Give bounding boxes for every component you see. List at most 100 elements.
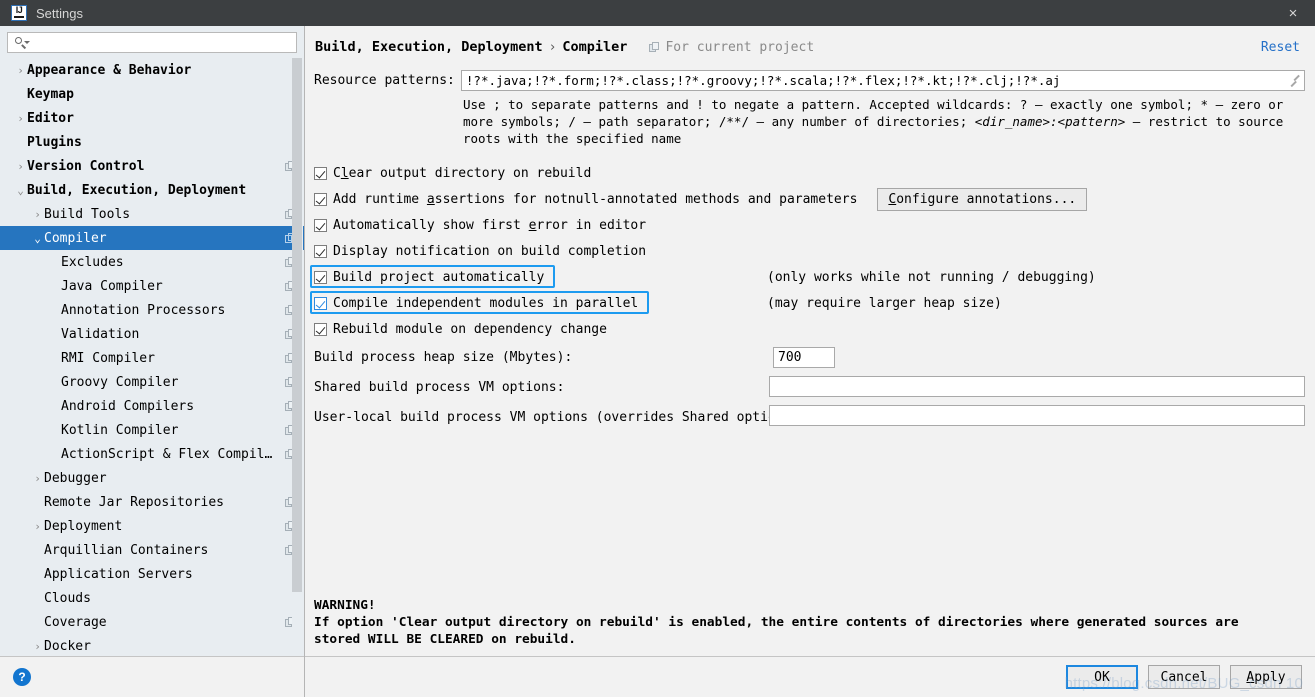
checkbox-rebuild-module-on-dependency-change[interactable] bbox=[314, 323, 327, 336]
sidebar-item-label: Keymap bbox=[27, 87, 296, 102]
dialog-body: ›Appearance & Behavior Keymap ›Editor Plugi… bbox=[0, 26, 1315, 697]
shared-vm-options-label: Shared build process VM options: bbox=[314, 380, 564, 395]
checkbox-label[interactable]: Display notification on build completion bbox=[333, 244, 646, 259]
sidebar-item-editor[interactable]: ›Editor bbox=[0, 106, 304, 130]
sidebar-item-rmi-compiler[interactable]: RMI Compiler bbox=[0, 346, 304, 370]
sidebar-item-plugins[interactable]: Plugins bbox=[0, 130, 304, 154]
chevron-right-icon[interactable]: › bbox=[31, 473, 44, 484]
close-icon[interactable]: × bbox=[1271, 0, 1315, 26]
configure-annotations-button[interactable]: Configure annotations... bbox=[877, 188, 1087, 211]
chevron-right-icon[interactable]: › bbox=[31, 209, 44, 220]
user-vm-options-label: User-local build process VM options (ove… bbox=[314, 410, 807, 425]
sidebar-item-compiler[interactable]: ⌄Compiler bbox=[0, 226, 304, 250]
cancel-button[interactable]: Cancel bbox=[1148, 665, 1220, 689]
user-vm-options-row: User-local build process VM options (ove… bbox=[314, 403, 1305, 432]
sidebar-item-clouds[interactable]: Clouds bbox=[0, 586, 304, 610]
checkbox-row: Compile independent modules in parallel(… bbox=[314, 290, 1305, 316]
checkbox-row: Automatically show first error in editor bbox=[314, 212, 1305, 238]
checkbox-compile-independent-modules-in-parallel[interactable] bbox=[314, 297, 327, 310]
sidebar-item-build-execution-deployment[interactable]: ⌄Build, Execution, Deployment bbox=[0, 178, 304, 202]
search-icon bbox=[14, 36, 30, 50]
build-process-fields: Build process heap size (Mbytes): Shared… bbox=[314, 343, 1305, 432]
checkbox-label[interactable]: Build project automatically bbox=[333, 270, 544, 285]
sidebar-item-label: Java Compiler bbox=[61, 279, 279, 294]
checkbox-label[interactable]: Rebuild module on dependency change bbox=[333, 322, 607, 337]
scope-label-text: For current project bbox=[665, 40, 814, 55]
sidebar-item-label: Annotation Processors bbox=[61, 303, 279, 318]
chevron-right-icon[interactable]: › bbox=[31, 641, 44, 652]
sidebar-item-label: ActionScript & Flex Compiler bbox=[61, 447, 279, 462]
sidebar-scrollbar-track[interactable] bbox=[292, 58, 303, 656]
checkbox-display-notification-on-build-completion[interactable] bbox=[314, 245, 327, 258]
sidebar-item-groovy-compiler[interactable]: Groovy Compiler bbox=[0, 370, 304, 394]
warning-body: If option 'Clear output directory on reb… bbox=[314, 614, 1274, 648]
user-vm-options-input[interactable] bbox=[769, 405, 1305, 426]
sidebar-scrollbar-thumb[interactable] bbox=[292, 58, 302, 592]
checkbox-row: Display notification on build completion bbox=[314, 238, 1305, 264]
help-icon[interactable]: ? bbox=[13, 668, 31, 686]
sidebar-item-debugger[interactable]: ›Debugger bbox=[0, 466, 304, 490]
shared-vm-options-row: Shared build process VM options: bbox=[314, 373, 1305, 402]
help-line-3: specified name bbox=[576, 131, 681, 146]
sidebar-item-application-servers[interactable]: Application Servers bbox=[0, 562, 304, 586]
sidebar-item-deployment[interactable]: ›Deployment bbox=[0, 514, 304, 538]
sidebar-item-java-compiler[interactable]: Java Compiler bbox=[0, 274, 304, 298]
intellij-idea-logo-icon bbox=[11, 5, 27, 21]
resource-patterns-row: Resource patterns: bbox=[314, 70, 1305, 91]
resource-patterns-field[interactable] bbox=[461, 70, 1305, 91]
sidebar-item-validation[interactable]: Validation bbox=[0, 322, 304, 346]
chevron-down-icon[interactable]: ⌄ bbox=[14, 185, 27, 196]
sidebar-item-annotation-processors[interactable]: Annotation Processors bbox=[0, 298, 304, 322]
apply-button[interactable]: Apply bbox=[1230, 665, 1302, 689]
ok-button[interactable]: OK bbox=[1066, 665, 1138, 689]
search-box[interactable] bbox=[7, 32, 297, 53]
sidebar-item-android-compilers[interactable]: Android Compilers bbox=[0, 394, 304, 418]
resource-patterns-help: Use ; to separate patterns and ! to nega… bbox=[463, 96, 1305, 147]
sidebar-item-actionscript-flex-compiler[interactable]: ActionScript & Flex Compiler bbox=[0, 442, 304, 466]
sidebar-item-label: Debugger bbox=[44, 471, 296, 486]
sidebar-item-label: Excludes bbox=[61, 255, 279, 270]
checkbox-add-runtime-assertions-for-notnull-annotated-methods-and-parameters[interactable] bbox=[314, 193, 327, 206]
sidebar-item-label: Android Compilers bbox=[61, 399, 279, 414]
search-input[interactable] bbox=[30, 34, 296, 51]
reset-link[interactable]: Reset bbox=[1261, 40, 1305, 55]
sidebar-item-arquillian-containers[interactable]: Arquillian Containers bbox=[0, 538, 304, 562]
sidebar-item-version-control[interactable]: ›Version Control bbox=[0, 154, 304, 178]
help-line-2b: <dir_name>:<pattern> bbox=[975, 114, 1126, 129]
sidebar-item-appearance-behavior[interactable]: ›Appearance & Behavior bbox=[0, 58, 304, 82]
warning-message: WARNING! If option 'Clear output directo… bbox=[314, 597, 1274, 648]
sidebar-item-excludes[interactable]: Excludes bbox=[0, 250, 304, 274]
chevron-right-icon[interactable]: › bbox=[14, 65, 27, 76]
checkbox-label[interactable]: Clear output directory on rebuild bbox=[333, 166, 591, 181]
checkbox-label[interactable]: Compile independent modules in parallel bbox=[333, 296, 638, 311]
chevron-right-icon[interactable]: › bbox=[14, 113, 27, 124]
checkbox-clear-output-directory-on-rebuild[interactable] bbox=[314, 167, 327, 180]
checkbox-build-project-automatically[interactable] bbox=[314, 271, 327, 284]
sidebar-item-docker[interactable]: ›Docker bbox=[0, 634, 304, 656]
heap-size-input[interactable] bbox=[773, 347, 835, 368]
title-bar: Settings × bbox=[0, 0, 1315, 26]
sidebar-item-remote-jar-repositories[interactable]: Remote Jar Repositories bbox=[0, 490, 304, 514]
settings-tree[interactable]: ›Appearance & Behavior Keymap ›Editor Plugi… bbox=[0, 58, 304, 656]
chevron-right-icon[interactable]: › bbox=[31, 521, 44, 532]
expand-icon[interactable] bbox=[1286, 71, 1304, 90]
sidebar-item-coverage[interactable]: Coverage bbox=[0, 610, 304, 634]
chevron-down-icon[interactable]: ⌄ bbox=[31, 233, 44, 244]
settings-sidebar: ›Appearance & Behavior Keymap ›Editor Plugi… bbox=[0, 26, 305, 697]
scope-label: For current project bbox=[649, 40, 814, 55]
chevron-right-icon[interactable]: › bbox=[14, 161, 27, 172]
breadcrumb: Build, Execution, Deployment › Compiler … bbox=[314, 26, 1305, 62]
sidebar-item-label: Arquillian Containers bbox=[44, 543, 279, 558]
checkbox-label[interactable]: Add runtime assertions for notnull-annot… bbox=[333, 192, 857, 207]
resource-patterns-label: Resource patterns: bbox=[314, 70, 455, 88]
checkbox-label[interactable]: Automatically show first error in editor bbox=[333, 218, 646, 233]
checkbox-automatically-show-first-error-in-editor[interactable] bbox=[314, 219, 327, 232]
sidebar-item-label: Plugins bbox=[27, 135, 296, 150]
resource-patterns-input[interactable] bbox=[462, 72, 1286, 89]
shared-vm-options-input[interactable] bbox=[769, 376, 1305, 397]
sidebar-item-keymap[interactable]: Keymap bbox=[0, 82, 304, 106]
sidebar-item-build-tools[interactable]: ›Build Tools bbox=[0, 202, 304, 226]
sidebar-item-kotlin-compiler[interactable]: Kotlin Compiler bbox=[0, 418, 304, 442]
heap-size-label: Build process heap size (Mbytes): bbox=[314, 350, 572, 365]
apply-label-rest: pply bbox=[1254, 670, 1285, 685]
